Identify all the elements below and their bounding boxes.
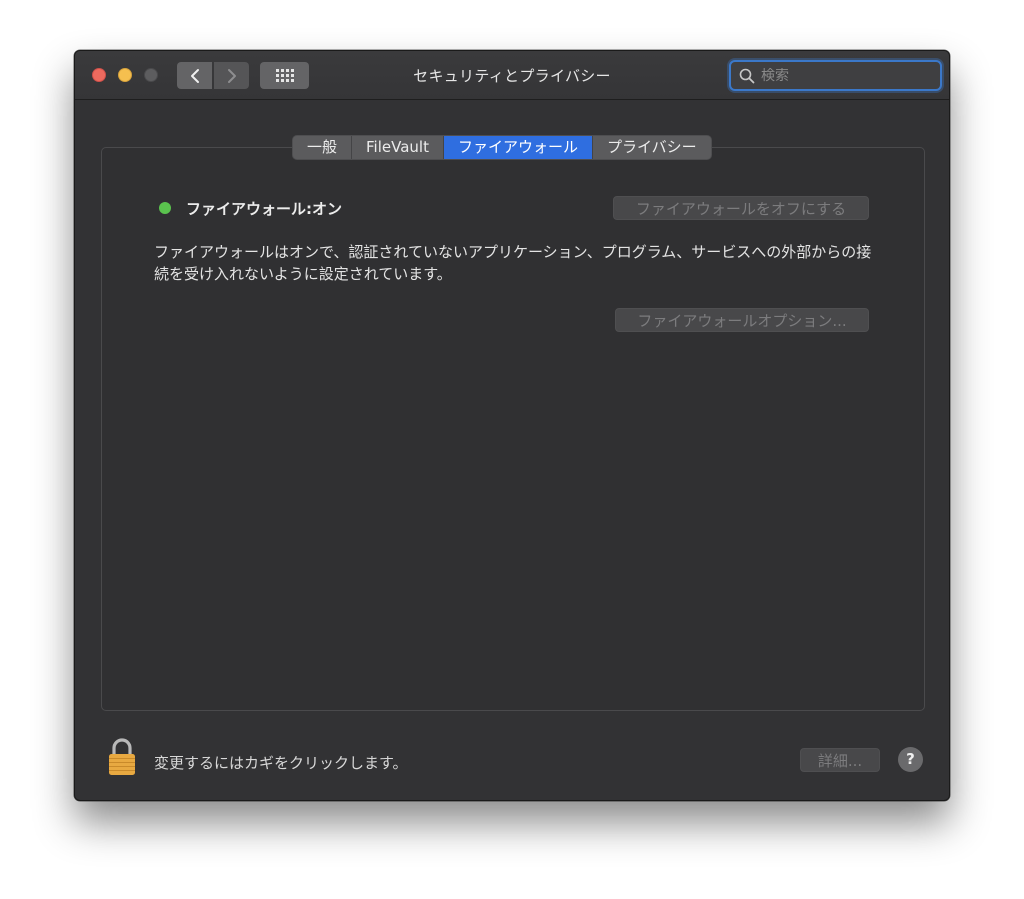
- firewall-options-button[interactable]: ファイアウォールオプション...: [615, 308, 869, 332]
- lock-hint-text: 変更するにはカギをクリックします。: [154, 754, 408, 772]
- search-box[interactable]: [729, 60, 942, 91]
- details-button[interactable]: 詳細...: [800, 748, 880, 772]
- search-input[interactable]: [761, 67, 931, 84]
- search-icon: [739, 68, 755, 83]
- content-panel: [101, 147, 925, 711]
- firewall-description: ファイアウォールはオンで、認証されていないアプリケーション、プログラム、サービス…: [154, 243, 872, 283]
- help-button[interactable]: ?: [898, 747, 923, 772]
- tab-general[interactable]: 一般: [293, 136, 353, 159]
- tab-firewall[interactable]: ファイアウォール: [443, 136, 593, 159]
- tab-bar: 一般 FileVault ファイアウォール プライバシー: [292, 135, 712, 160]
- lock-icon[interactable]: [107, 737, 137, 777]
- tab-privacy[interactable]: プライバシー: [592, 136, 711, 159]
- tab-filevault[interactable]: FileVault: [352, 136, 444, 159]
- title-bar: セキュリティとプライバシー: [75, 51, 949, 100]
- firewall-status-label: ファイアウォール:オン: [186, 200, 342, 218]
- preferences-window: セキュリティとプライバシー 一般 FileVault ファイアウォール プライバ…: [74, 50, 950, 801]
- turn-off-firewall-button[interactable]: ファイアウォールをオフにする: [613, 196, 869, 220]
- firewall-status-indicator: [159, 202, 171, 214]
